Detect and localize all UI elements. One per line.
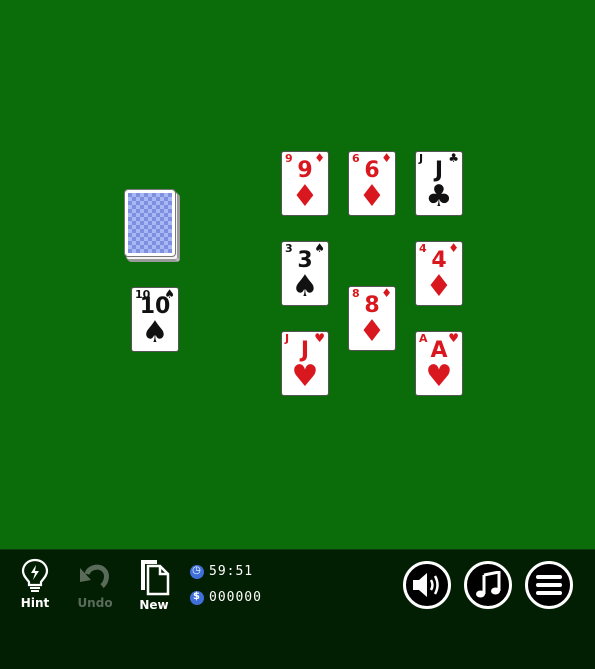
hint-label: Hint: [20, 596, 50, 610]
tableau-card[interactable]: 6 ♦ 6 ♦: [348, 151, 396, 216]
score: $000000: [190, 590, 262, 605]
card-suit: ♥: [425, 359, 453, 394]
waste-card[interactable]: 10 ♠ 10 ♠: [131, 287, 179, 352]
timer: ◷ 59:51: [190, 564, 253, 579]
hamburger-menu-icon: [536, 575, 562, 595]
tableau-card[interactable]: 3 ♠ 3 ♠: [281, 241, 329, 306]
dollar-icon: $: [190, 590, 204, 605]
undo-arrow-icon: [80, 564, 109, 588]
card-suit: ♠: [141, 315, 169, 350]
tableau-card[interactable]: 8 ♦ 8 ♦: [348, 286, 396, 351]
game-table: 10 ♠ 10 ♠ 9 ♦ 9 ♦ 6 ♦ 6 ♦ J ♣ J ♣ 3 ♠ 3 …: [0, 0, 595, 549]
card-suit: ♦: [358, 179, 386, 214]
card-suit: ♦: [291, 179, 319, 214]
tableau-card[interactable]: 4 ♦ 4 ♦: [415, 241, 463, 306]
menu-button[interactable]: [525, 561, 573, 609]
card-suit: ♠: [291, 269, 319, 304]
hint-button[interactable]: Hint: [10, 558, 60, 610]
sound-button[interactable]: [403, 561, 451, 609]
undo-button[interactable]: Undo: [70, 558, 120, 610]
card-back[interactable]: [124, 189, 176, 257]
tableau-card[interactable]: 9 ♦ 9 ♦: [281, 151, 329, 216]
tableau-card[interactable]: A ♥ A ♥: [415, 331, 463, 396]
timer-value: 59:51: [209, 564, 254, 579]
speaker-icon: [413, 573, 439, 597]
bottom-toolbar: Hint Undo New ◷ 59:51 $000000: [0, 549, 595, 669]
clock-icon: ◷: [190, 564, 204, 579]
score-value: 000000: [209, 590, 262, 605]
lightbulb-icon: [21, 558, 49, 592]
stock-pile[interactable]: [124, 189, 180, 262]
tableau-card[interactable]: J ♥ J ♥: [281, 331, 329, 396]
tableau-card[interactable]: J ♣ J ♣: [415, 151, 463, 216]
card-suit: ♥: [291, 359, 319, 394]
card-suit: ♣: [425, 179, 453, 214]
card-suit: ♦: [425, 269, 453, 304]
music-button[interactable]: [464, 561, 512, 609]
undo-label: Undo: [77, 596, 113, 610]
new-document-icon: [141, 560, 170, 596]
new-label: New: [139, 598, 169, 612]
music-note-icon: [476, 571, 501, 598]
new-game-button[interactable]: New: [129, 558, 179, 612]
card-suit: ♦: [358, 314, 386, 349]
